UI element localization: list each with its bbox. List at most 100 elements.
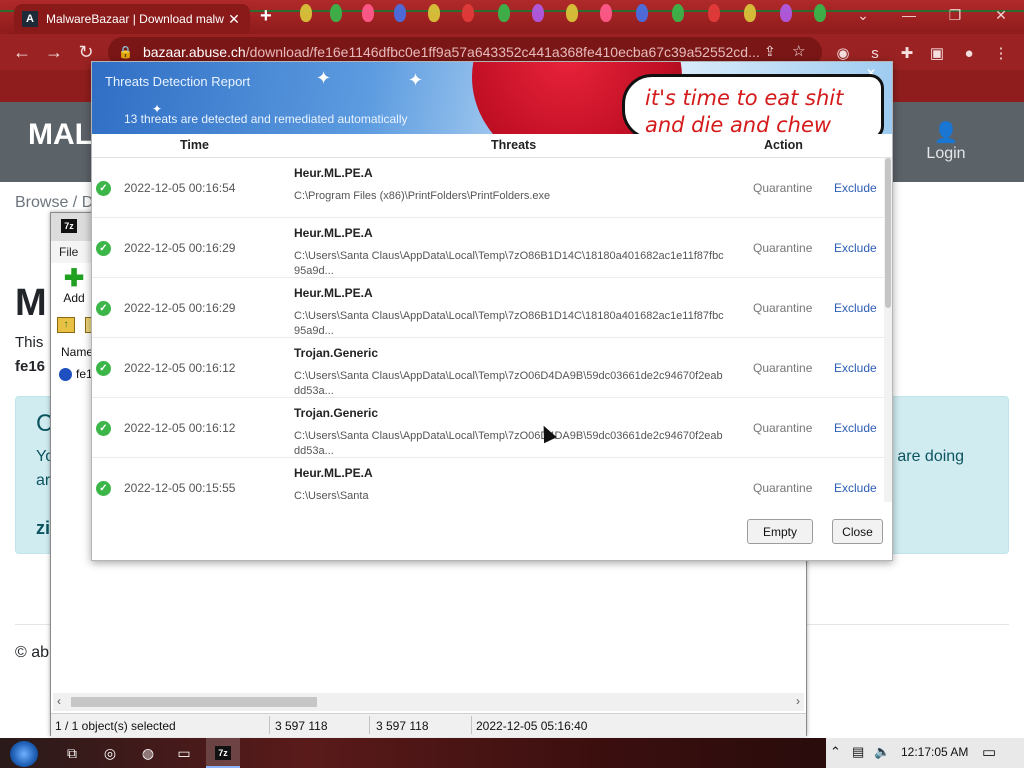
exclude-link[interactable]: Exclude: [834, 241, 877, 255]
alert-text-line: ar: [36, 472, 51, 489]
firefox-icon[interactable]: ◍: [136, 742, 160, 764]
menu-file[interactable]: File: [59, 245, 78, 259]
threat-time: 2022-12-05 00:16:29: [124, 241, 236, 255]
threat-path: C:\Users\Santa Claus\AppData\Local\Temp\…: [294, 430, 723, 457]
sample-hash: fe16: [15, 358, 46, 375]
forward-button[interactable]: →: [38, 36, 70, 68]
volume-icon[interactable]: 🔈: [874, 744, 890, 760]
new-tab-button[interactable]: +: [260, 5, 272, 28]
restore-button[interactable]: ❐: [932, 0, 978, 30]
dialog-subtitle: 13 threats are detected and remediated a…: [124, 112, 408, 126]
status-selected: 1 / 1 object(s) selected: [55, 719, 176, 733]
7zip-taskbar-icon: 7z: [215, 746, 231, 760]
minimize-button[interactable]: —: [886, 0, 932, 30]
breadcrumb[interactable]: Browse / D: [15, 194, 93, 212]
url-host: bazaar.abuse.ch: [142, 44, 246, 60]
threat-name: Heur.ML.PE.A: [294, 466, 373, 480]
scroll-right-icon[interactable]: ›: [796, 694, 800, 708]
light-bulb-icon: [330, 4, 342, 22]
share-icon[interactable]: ⇪: [764, 43, 776, 60]
back-button[interactable]: ←: [6, 36, 38, 68]
threat-row[interactable]: ✓ 2022-12-05 00:15:55 Heur.ML.PE.A C:\Us…: [92, 458, 884, 502]
check-circle-icon: ✓: [96, 301, 111, 316]
exclude-link[interactable]: Exclude: [834, 481, 877, 495]
add-plus-icon: ✚: [63, 265, 85, 292]
status-size: 3 597 118: [275, 719, 328, 733]
threat-action-status: Quarantine: [753, 481, 813, 495]
chevron-up-icon[interactable]: ⌃: [830, 744, 841, 760]
footer-copyright: © ab: [15, 644, 50, 661]
scroll-left-icon[interactable]: ‹: [57, 694, 61, 708]
vertical-scrollbar[interactable]: [884, 158, 892, 502]
threat-row[interactable]: ✓ 2022-12-05 00:16:12 Trojan.Generic C:\…: [92, 398, 884, 458]
start-button[interactable]: [10, 741, 38, 767]
close-window-button[interactable]: ✕: [978, 0, 1024, 30]
check-circle-icon: ✓: [96, 361, 111, 376]
column-header-threats[interactable]: Threats: [491, 138, 536, 152]
threat-time: 2022-12-05 00:15:55: [124, 481, 236, 495]
threats-detection-report-dialog[interactable]: ✦ ✦ ✦ Threats Detection Report 13 threat…: [91, 61, 893, 561]
empty-button[interactable]: Empty: [747, 519, 813, 544]
file-explorer-icon[interactable]: ▭: [172, 742, 196, 764]
browser-tab-strip: A MalwareBazaar | Download malw ✕ + ⌄ — …: [0, 0, 1024, 34]
threat-row[interactable]: ✓ 2022-12-05 00:16:29 Heur.ML.PE.A C:\Us…: [92, 278, 884, 338]
threat-row[interactable]: ✓ 2022-12-05 00:16:54 Heur.ML.PE.A C:\Pr…: [92, 158, 884, 218]
threat-row[interactable]: ✓ 2022-12-05 00:16:29 Heur.ML.PE.A C:\Us…: [92, 218, 884, 278]
snowflake-icon: ✦: [408, 70, 424, 90]
threat-action-status: Quarantine: [753, 421, 813, 435]
extensions-puzzle-icon[interactable]: ✚: [896, 42, 918, 64]
threat-name: Heur.ML.PE.A: [294, 166, 373, 180]
exclude-link[interactable]: Exclude: [834, 361, 877, 375]
column-header-action[interactable]: Action: [764, 138, 803, 152]
scrollbar-thumb[interactable]: [71, 697, 317, 707]
tab-search-chevron-icon[interactable]: ⌄: [840, 0, 886, 30]
status-modified: 2022-12-05 05:16:40: [476, 719, 588, 733]
status-separator: [471, 716, 472, 734]
close-button[interactable]: Close: [832, 519, 883, 544]
threat-time: 2022-12-05 00:16:12: [124, 421, 236, 435]
scrollbar-thumb[interactable]: [885, 158, 891, 308]
taskbar-7zip[interactable]: 7z: [206, 738, 240, 768]
light-bulb-icon: [600, 4, 612, 22]
column-header-time[interactable]: Time: [180, 138, 209, 152]
light-bulb-icon: [708, 4, 720, 22]
light-bulb-icon: [428, 4, 440, 22]
browser-tab-active[interactable]: A MalwareBazaar | Download malw ✕: [14, 4, 250, 34]
side-panel-icon[interactable]: ▣: [926, 42, 948, 64]
browser-menu-icon[interactable]: ⋮: [990, 42, 1012, 64]
file-row[interactable]: fe1: [59, 367, 93, 381]
task-view-icon[interactable]: ⧉: [60, 742, 84, 764]
horizontal-scrollbar[interactable]: ‹ ›: [53, 693, 804, 711]
taskbar-clock[interactable]: 12:17:05 AM: [901, 745, 968, 759]
column-header-name[interactable]: Name: [61, 345, 93, 359]
light-bulb-icon: [362, 4, 374, 22]
site-logo[interactable]: MAL: [28, 118, 93, 152]
notification-icon[interactable]: ▭: [982, 743, 996, 761]
alert-text-right: u are doing: [884, 448, 965, 465]
profile-avatar-icon[interactable]: ●: [958, 42, 980, 64]
exclude-link[interactable]: Exclude: [834, 421, 877, 435]
light-bulb-icon: [300, 4, 312, 22]
user-icon: 👤: [933, 122, 959, 144]
up-folder-icon[interactable]: ↑: [57, 317, 75, 333]
threat-row[interactable]: ✓ 2022-12-05 00:16:12 Trojan.Generic C:\…: [92, 338, 884, 398]
page-title: M: [15, 282, 47, 324]
threat-action-status: Quarantine: [753, 361, 813, 375]
network-icon[interactable]: ▤: [852, 744, 864, 760]
exclude-link[interactable]: Exclude: [834, 301, 877, 315]
threat-name: Trojan.Generic: [294, 346, 379, 360]
exclude-link[interactable]: Exclude: [834, 181, 877, 195]
threat-name: Trojan.Generic: [294, 406, 379, 420]
lock-icon[interactable]: 🔒: [118, 45, 133, 59]
status-bar: 1 / 1 object(s) selected 3 597 118 3 597…: [51, 713, 806, 737]
add-button[interactable]: ✚ Add: [59, 265, 89, 306]
login-link[interactable]: 👤 Login: [918, 120, 974, 163]
login-label: Login: [926, 145, 966, 162]
threat-path: C:\Users\Santa: [294, 490, 369, 502]
speech-bubble-line: it's time to eat shit: [645, 86, 844, 110]
chrome-icon[interactable]: ◎: [98, 742, 122, 764]
tab-close-icon[interactable]: ✕: [226, 11, 242, 28]
file-icon: [59, 367, 72, 381]
threat-name: Heur.ML.PE.A: [294, 226, 373, 240]
bookmark-star-icon[interactable]: ☆: [792, 42, 805, 60]
